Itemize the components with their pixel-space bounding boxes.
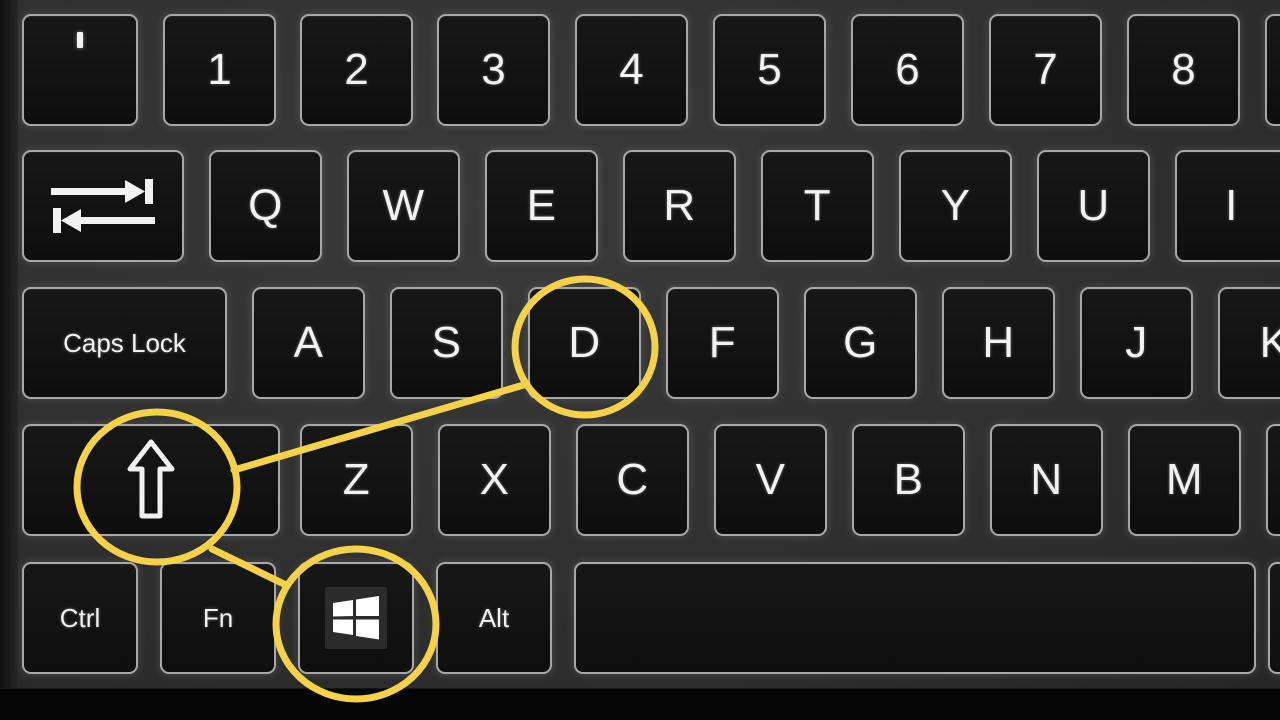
- key-f[interactable]: F: [666, 287, 779, 399]
- key-5[interactable]: 5: [713, 14, 826, 126]
- keyboard-bottom-band: [0, 688, 1280, 720]
- key-1-label: 1: [207, 45, 232, 94]
- key-d-label: D: [568, 318, 601, 367]
- key-k[interactable]: K: [1218, 287, 1280, 399]
- key-j-label: J: [1125, 318, 1148, 367]
- key-tab[interactable]: [22, 150, 184, 262]
- keyboard-screenshot: 1 2 3 4 5 6 7 8 Q W E R T Y U I Caps Lock A S D F G H J K Z X C V B…: [0, 0, 1280, 720]
- key-q-label: Q: [248, 181, 283, 230]
- key-z-label: Z: [342, 455, 371, 504]
- key-g[interactable]: G: [804, 287, 917, 399]
- key-capslock[interactable]: Caps Lock: [22, 287, 227, 399]
- key-r[interactable]: R: [623, 150, 736, 262]
- key-t[interactable]: T: [761, 150, 874, 262]
- key-alt[interactable]: Alt: [436, 562, 552, 674]
- tab-icon: [51, 179, 155, 233]
- key-fn[interactable]: Fn: [160, 562, 276, 674]
- key-ctrl-label: Ctrl: [59, 602, 101, 633]
- key-ctrl[interactable]: Ctrl: [22, 562, 138, 674]
- windows-logo-icon: [333, 596, 379, 640]
- key-y[interactable]: Y: [899, 150, 1012, 262]
- key-q[interactable]: Q: [209, 150, 322, 262]
- key-8[interactable]: 8: [1127, 14, 1240, 126]
- key-comma-clipped[interactable]: [1266, 424, 1280, 536]
- key-capslock-label: Caps Lock: [63, 327, 186, 358]
- key-c-label: C: [616, 455, 649, 504]
- key-v-label: V: [755, 455, 786, 504]
- key-b[interactable]: B: [852, 424, 965, 536]
- key-y-label: Y: [940, 181, 971, 230]
- key-5-label: 5: [757, 45, 782, 94]
- key-d[interactable]: D: [528, 287, 641, 399]
- key-shift[interactable]: [22, 424, 280, 536]
- key-fn-label: Fn: [202, 602, 234, 633]
- key-s-label: S: [431, 318, 462, 367]
- key-4-label: 4: [619, 45, 644, 94]
- apostrophe-glyph: [77, 32, 83, 48]
- key-c[interactable]: C: [576, 424, 689, 536]
- key-f-label: F: [708, 318, 737, 367]
- key-e[interactable]: E: [485, 150, 598, 262]
- key-u-label: U: [1077, 181, 1110, 230]
- key-i-label: I: [1225, 181, 1238, 230]
- key-m-label: M: [1165, 455, 1204, 504]
- key-z[interactable]: Z: [300, 424, 413, 536]
- key-alt-label: Alt: [478, 602, 510, 633]
- key-3-label: 3: [481, 45, 506, 94]
- key-u[interactable]: U: [1037, 150, 1150, 262]
- key-a[interactable]: A: [252, 287, 365, 399]
- key-t-label: T: [803, 181, 832, 230]
- key-v[interactable]: V: [714, 424, 827, 536]
- key-w-label: W: [382, 181, 425, 230]
- key-a-label: A: [293, 318, 324, 367]
- key-4[interactable]: 4: [575, 14, 688, 126]
- key-e-label: E: [526, 181, 557, 230]
- key-k-label: K: [1259, 318, 1280, 367]
- key-3[interactable]: 3: [437, 14, 550, 126]
- key-g-label: G: [843, 318, 878, 367]
- key-2[interactable]: 2: [300, 14, 413, 126]
- key-1[interactable]: 1: [163, 14, 276, 126]
- key-h[interactable]: H: [942, 287, 1055, 399]
- key-i[interactable]: I: [1175, 150, 1280, 262]
- key-x[interactable]: X: [438, 424, 551, 536]
- key-b-label: B: [893, 455, 924, 504]
- key-6[interactable]: 6: [851, 14, 964, 126]
- keyboard-left-rail: [0, 0, 18, 688]
- windows-logo-plate: [325, 587, 387, 649]
- key-7-label: 7: [1033, 45, 1058, 94]
- key-m[interactable]: M: [1128, 424, 1241, 536]
- key-s[interactable]: S: [390, 287, 503, 399]
- key-9-clipped[interactable]: [1265, 14, 1280, 126]
- key-w[interactable]: W: [347, 150, 460, 262]
- key-windows[interactable]: [298, 562, 414, 674]
- shift-up-arrow-icon: [127, 439, 175, 519]
- key-h-label: H: [982, 318, 1015, 367]
- key-7[interactable]: 7: [989, 14, 1102, 126]
- key-6-label: 6: [895, 45, 920, 94]
- key-n-label: N: [1030, 455, 1063, 504]
- key-grave[interactable]: [22, 14, 138, 126]
- key-j[interactable]: J: [1080, 287, 1193, 399]
- key-x-label: X: [479, 455, 510, 504]
- key-r-label: R: [663, 181, 696, 230]
- key-2-label: 2: [344, 45, 369, 94]
- key-8-label: 8: [1171, 45, 1196, 94]
- key-right-clipped[interactable]: [1268, 562, 1280, 674]
- key-space[interactable]: [574, 562, 1256, 674]
- key-n[interactable]: N: [990, 424, 1103, 536]
